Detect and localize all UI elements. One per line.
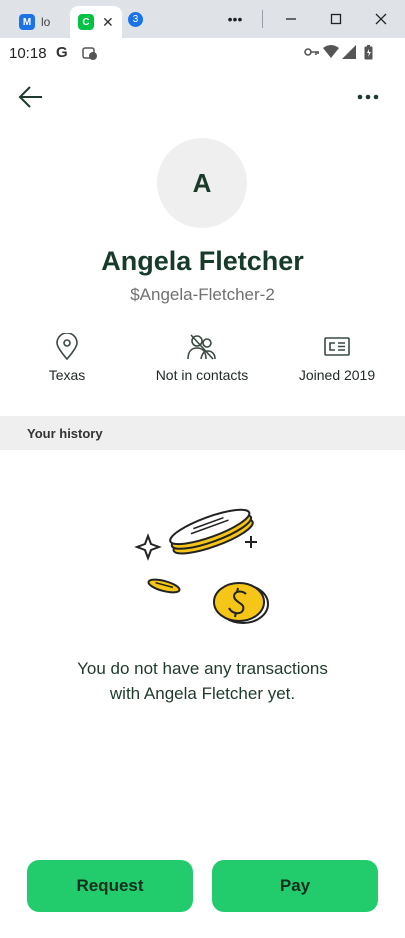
browser-tab-strip: M lo C ✕ 3 •••	[0, 0, 405, 38]
status-time: 10:18	[9, 45, 47, 62]
browser-tab-2[interactable]: C ✕	[70, 6, 122, 38]
request-button[interactable]: Request	[27, 860, 193, 912]
pay-button[interactable]: Pay	[212, 860, 378, 912]
close-icon[interactable]: ✕	[102, 14, 114, 31]
media-icon	[82, 45, 98, 66]
google-icon: G	[56, 44, 68, 61]
divider	[262, 10, 263, 28]
dollar-coin	[213, 582, 269, 624]
history-title: Your history	[27, 426, 103, 441]
info-joined: Joined 2019	[270, 333, 404, 383]
info-location-label: Texas	[48, 367, 86, 383]
m-icon: M	[19, 14, 35, 30]
tab-label: lo	[41, 15, 51, 29]
info-joined-label: Joined 2019	[298, 367, 376, 383]
empty-history-message: You do not have any transactions with An…	[0, 656, 405, 706]
profile-cashtag: $Angela-Fletcher-2	[130, 285, 275, 304]
person-off-icon	[187, 334, 216, 360]
minimize-icon[interactable]	[279, 8, 303, 30]
battery-icon	[364, 45, 373, 65]
info-location: Texas	[0, 333, 134, 383]
wifi-icon	[323, 45, 339, 64]
maximize-icon[interactable]	[324, 8, 348, 30]
coins-illustration	[134, 508, 269, 624]
more-options-icon[interactable]	[356, 90, 380, 104]
info-contacts: Not in contacts	[135, 333, 269, 383]
close-window-icon[interactable]	[369, 8, 393, 30]
history-section-header: Your history	[0, 416, 405, 450]
empty-message-line2: with Angela Fletcher yet.	[109, 684, 296, 703]
small-coin	[147, 578, 181, 594]
key-icon	[304, 45, 320, 64]
tab-count-badge[interactable]: 3	[128, 12, 143, 27]
empty-message-line1: You do not have any transactions	[77, 659, 328, 678]
sparkle-icon	[134, 533, 162, 561]
back-arrow-icon[interactable]	[18, 85, 44, 109]
location-pin-icon	[56, 333, 78, 361]
profile-name: Angela Fletcher	[101, 246, 304, 276]
status-bar: 10:18 G	[0, 38, 405, 68]
plus-icon	[245, 536, 257, 548]
more-horizontal-icon[interactable]: •••	[223, 8, 247, 30]
coin-stack	[169, 508, 254, 555]
avatar: A	[157, 138, 247, 228]
browser-tab-1[interactable]: M lo	[10, 6, 68, 38]
signal-icon	[342, 45, 356, 64]
cash-app-icon: C	[78, 14, 94, 30]
info-contacts-label: Not in contacts	[155, 367, 249, 383]
id-card-icon	[324, 337, 350, 356]
